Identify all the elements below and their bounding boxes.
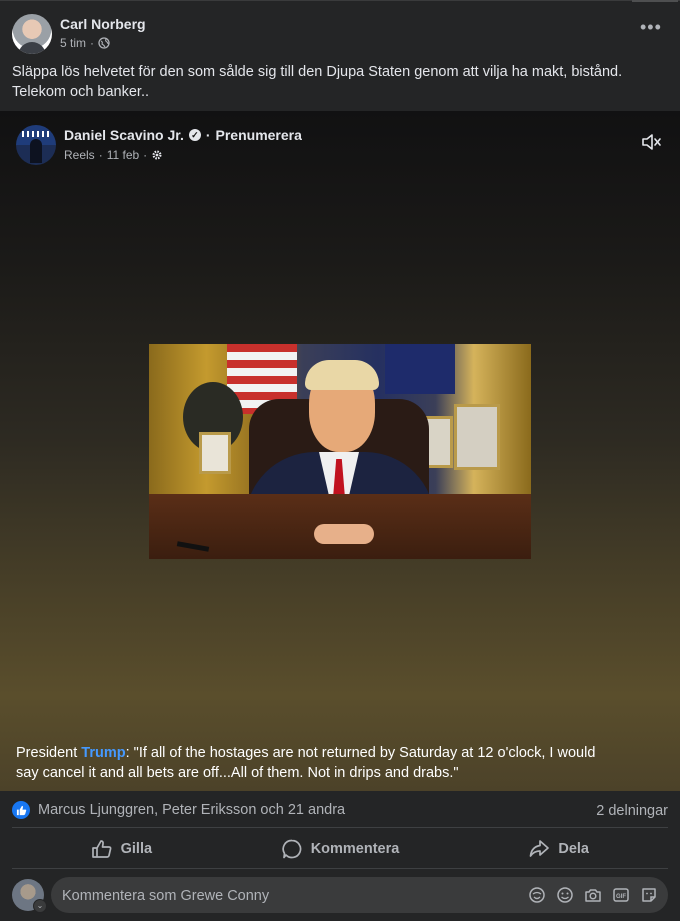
gif-icon[interactable]: GIF xyxy=(612,886,630,904)
mute-icon[interactable] xyxy=(640,131,662,153)
chevron-down-icon[interactable]: ⌄ xyxy=(33,899,47,913)
shared-author[interactable]: Daniel Scavino Jr. xyxy=(64,127,184,143)
comment-label: Kommentera xyxy=(310,841,400,857)
video-banner xyxy=(385,344,455,394)
meta-separator: · xyxy=(98,148,103,162)
top-scroll-indicator xyxy=(632,0,678,2)
reel-caption: President Trump: "If all of the hostages… xyxy=(16,743,616,783)
video-photo-frame xyxy=(199,432,231,474)
svg-text:GIF: GIF xyxy=(616,894,626,900)
post-time[interactable]: 5 tim xyxy=(60,36,86,50)
shares-count[interactable]: 2 delningar xyxy=(596,803,668,819)
divider xyxy=(12,827,668,828)
globe-icon xyxy=(98,37,110,49)
like-reaction-icon xyxy=(12,801,30,819)
reel-source[interactable]: Reels xyxy=(64,148,95,162)
share-label: Dela xyxy=(558,841,589,857)
caption-pre: President xyxy=(16,745,82,761)
post-meta: 5 tim · xyxy=(60,36,110,50)
comment-tools: GIF xyxy=(528,886,658,904)
video-photo-frame xyxy=(454,404,500,470)
divider xyxy=(12,868,668,869)
emoji-icon[interactable] xyxy=(556,886,574,904)
reaction-names[interactable]: Marcus Ljunggren, Peter Eriksson och 21 … xyxy=(38,802,345,818)
video-hands xyxy=(314,524,374,544)
gear-icon xyxy=(152,150,162,160)
like-icon xyxy=(91,840,112,858)
like-label: Gilla xyxy=(120,841,153,857)
reactions-summary[interactable]: Marcus Ljunggren, Peter Eriksson och 21 … xyxy=(12,801,345,819)
subscribe-dot: · xyxy=(205,127,211,143)
video-hair xyxy=(305,360,379,390)
caption-hashtag-link[interactable]: Trump xyxy=(81,745,125,761)
comment-input[interactable] xyxy=(62,886,502,906)
subscribe-link[interactable]: Prenumerera xyxy=(216,127,302,143)
comment-icon xyxy=(282,839,302,859)
meta-separator: · xyxy=(90,36,95,50)
comment-button[interactable]: Kommentera xyxy=(231,832,450,866)
more-options-icon[interactable]: ••• xyxy=(640,18,662,36)
sticker-icon[interactable] xyxy=(640,886,658,904)
author-avatar[interactable] xyxy=(12,14,52,54)
post-author[interactable]: Carl Norberg xyxy=(60,16,146,32)
reel-date[interactable]: 11 feb xyxy=(107,148,139,162)
like-button[interactable]: Gilla xyxy=(12,832,231,866)
avatar-sticker-icon[interactable] xyxy=(528,886,546,904)
verified-icon: ✓ xyxy=(188,129,201,141)
shared-reel[interactable]: Daniel Scavino Jr. ✓ · Prenumerera Reels… xyxy=(0,111,680,791)
shared-author-avatar[interactable] xyxy=(16,125,56,165)
action-bar: Gilla Kommentera Dela xyxy=(12,832,668,866)
shared-meta: Reels · 11 feb · xyxy=(64,148,163,162)
share-icon xyxy=(530,840,550,857)
reel-video[interactable] xyxy=(149,344,531,559)
share-button[interactable]: Dela xyxy=(449,832,668,866)
meta-separator: · xyxy=(143,148,148,162)
shared-author-row: Daniel Scavino Jr. ✓ · Prenumerera xyxy=(64,127,302,143)
top-divider xyxy=(0,0,680,1)
post-text: Släppa lös helvetet för den som sålde si… xyxy=(12,64,623,100)
camera-icon[interactable] xyxy=(584,886,602,904)
